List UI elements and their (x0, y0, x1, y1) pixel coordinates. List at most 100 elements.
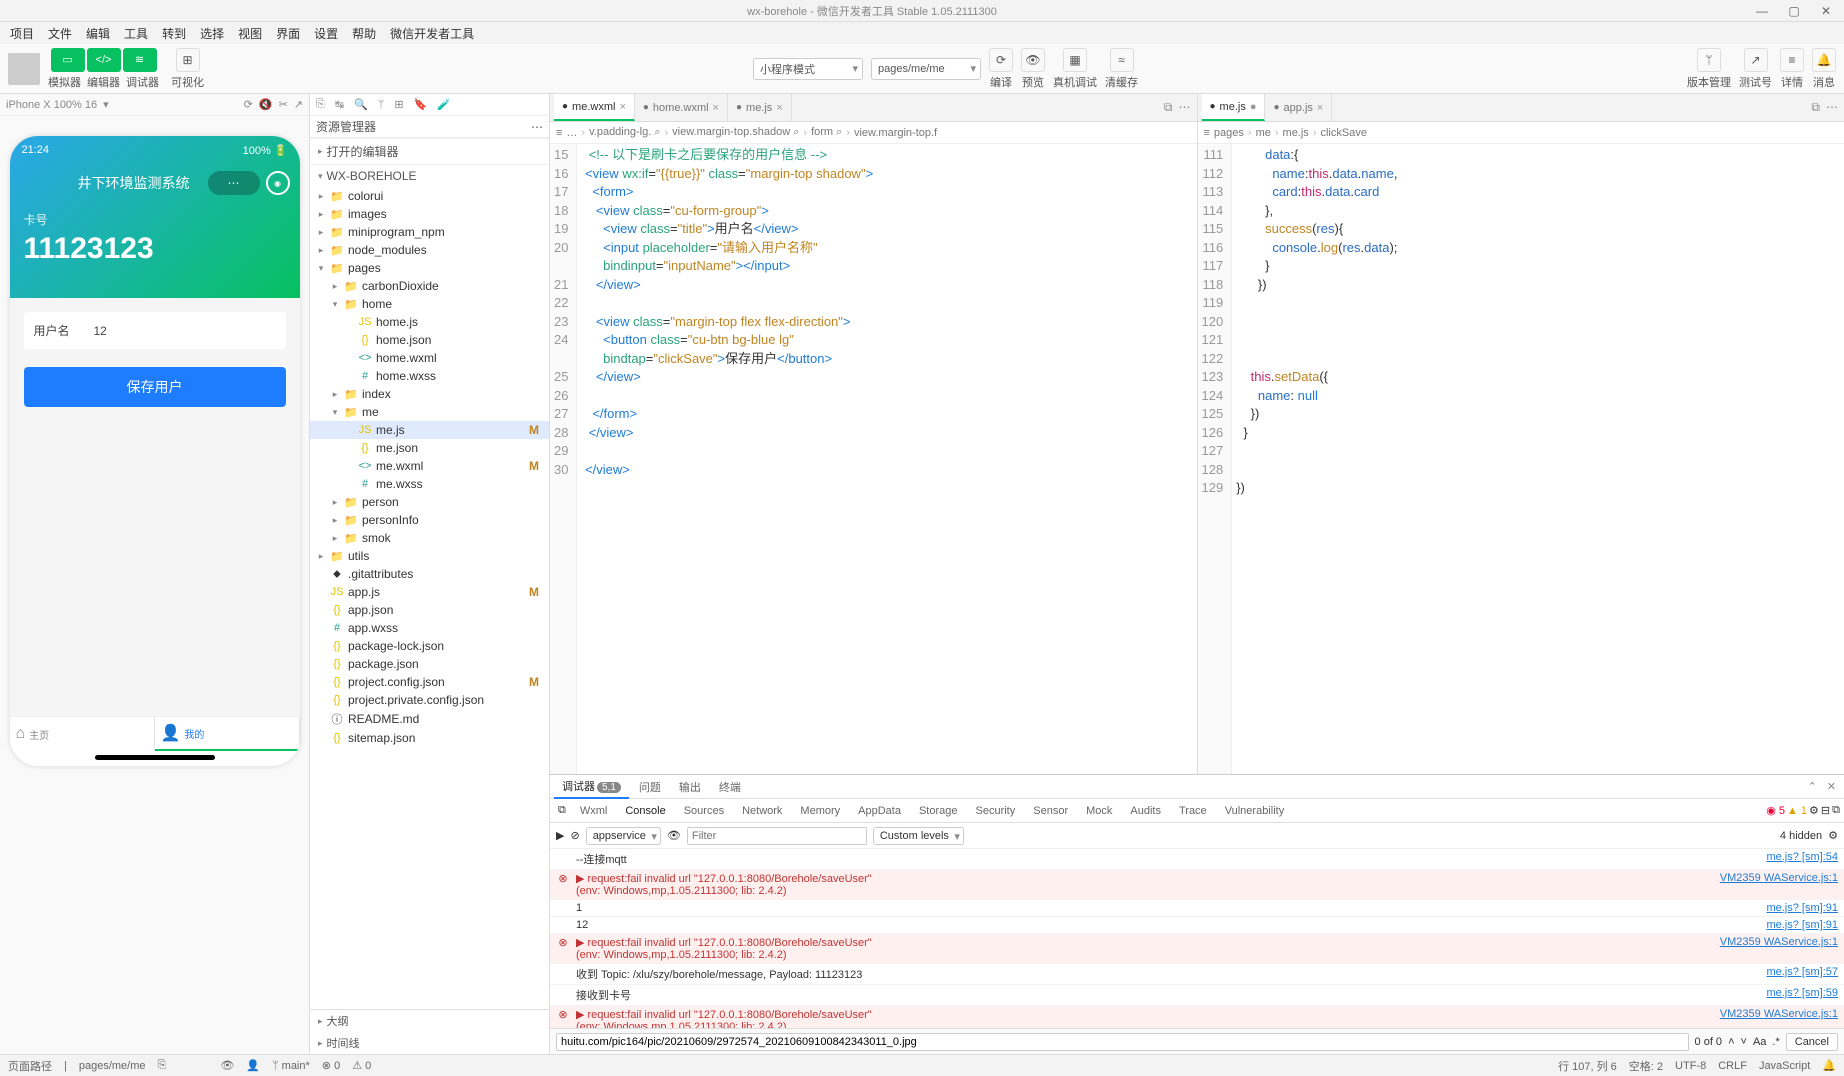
log-line[interactable]: ⊗▶ request:fail invalid url "127.0.0.1:8… (550, 934, 1844, 964)
tree-item-me.js[interactable]: JSme.jsM (310, 421, 549, 439)
open-editors-header[interactable]: 打开的编辑器 (327, 143, 399, 160)
menu-视图[interactable]: 视图 (232, 23, 268, 44)
devtools-sub-Memory[interactable]: Memory (792, 802, 848, 820)
devtools-sub-AppData[interactable]: AppData (850, 802, 909, 820)
tab-app.js[interactable]: ●app.js× (1265, 94, 1332, 121)
console-play-icon[interactable]: ▶ (556, 829, 564, 842)
tree-item-me[interactable]: ▾📁me (310, 403, 549, 421)
tab-more-icon[interactable]: ⋯ (1826, 100, 1838, 115)
project-header[interactable]: WX-BOREHOLE (327, 169, 417, 183)
devtools-sub-Console[interactable]: Console (617, 802, 673, 820)
tree-item-home.wxml[interactable]: <>home.wxml (310, 349, 549, 367)
console-clear-icon[interactable]: ⊘ (570, 829, 579, 842)
capsule-close[interactable]: ◉ (266, 171, 290, 195)
message-button[interactable]: 🔔 (1812, 48, 1836, 72)
devtools-sub-Trace[interactable]: Trace (1171, 802, 1215, 820)
tree-item-package.json[interactable]: {}package.json (310, 655, 549, 673)
devtools-tab-输出[interactable]: 输出 (671, 776, 709, 798)
tree-item-README.md[interactable]: ⓘREADME.md (310, 709, 549, 729)
devtools-tab-调试器[interactable]: 调试器5,1 (554, 775, 629, 799)
test-icon[interactable]: 🧪 (437, 98, 451, 111)
avatar[interactable] (8, 53, 40, 85)
devtools-sub-Vulnerability[interactable]: Vulnerability (1217, 802, 1293, 820)
devtools-close-icon[interactable]: ✕ (1823, 780, 1840, 793)
simulator-button[interactable]: ▭ (51, 48, 85, 72)
mode-select[interactable]: 小程序模式 (753, 58, 863, 80)
find-cancel-button[interactable]: Cancel (1786, 1033, 1838, 1051)
log-line[interactable]: 12me.js? [sm]:91 (550, 917, 1844, 934)
tree-item-app.wxss[interactable]: #app.wxss (310, 619, 549, 637)
tree-item-project.config.json[interactable]: {}project.config.jsonM (310, 673, 549, 691)
breadcrumb-left[interactable]: ≡ … › v.padding-lg. ⌕ › view.margin-top.… (550, 122, 1197, 144)
open-file-icon[interactable]: ⎘ (316, 98, 325, 111)
devtools-sub-Network[interactable]: Network (734, 802, 790, 820)
status-person-icon[interactable]: 👤 (246, 1059, 260, 1072)
tree-item-colorui[interactable]: ▸📁colorui (310, 187, 549, 205)
tree-item-miniprogram_npm[interactable]: ▸📁miniprogram_npm (310, 223, 549, 241)
tab-more-icon[interactable]: ⋯ (1179, 100, 1191, 115)
tree-item-project.private.config.json[interactable]: {}project.private.config.json (310, 691, 549, 709)
bookmark-icon[interactable]: 🔖 (414, 98, 428, 111)
log-line[interactable]: --连接mqttme.js? [sm]:54 (550, 849, 1844, 870)
tree-item-utils[interactable]: ▸📁utils (310, 547, 549, 565)
devtools-sub-Sources[interactable]: Sources (676, 802, 732, 820)
log-line[interactable]: ⊗▶ request:fail invalid url "127.0.0.1:8… (550, 870, 1844, 900)
page-select[interactable]: pages/me/me (871, 58, 981, 80)
tree-item-sitemap.json[interactable]: {}sitemap.json (310, 729, 549, 747)
menu-选择[interactable]: 选择 (194, 23, 230, 44)
tree-item-smok[interactable]: ▸📁smok (310, 529, 549, 547)
inspect-icon[interactable]: ⧉ (554, 804, 570, 817)
tree-item-carbonDioxide[interactable]: ▸📁carbonDioxide (310, 277, 549, 295)
menu-文件[interactable]: 文件 (42, 23, 78, 44)
devtools-sub-Wxml[interactable]: Wxml (572, 802, 616, 820)
tree-item-person[interactable]: ▸📁person (310, 493, 549, 511)
devtools-tab-终端[interactable]: 终端 (711, 776, 749, 798)
log-line[interactable]: 1me.js? [sm]:91 (550, 900, 1844, 917)
status-cursor[interactable]: 行 107, 列 6 (1558, 1058, 1617, 1074)
code-left[interactable]: 15161718192021222324252627282930 <!-- 以下… (550, 144, 1197, 774)
console-gear-icon[interactable]: ⚙ (1828, 829, 1838, 842)
preview-button[interactable]: 👁 (1021, 48, 1045, 72)
clear-cache-button[interactable]: ≈ (1110, 48, 1134, 72)
tree-item-personInfo[interactable]: ▸📁personInfo (310, 511, 549, 529)
remote-debug-button[interactable]: ▦ (1063, 48, 1087, 72)
minimize-icon[interactable]: — (1752, 4, 1772, 18)
menu-设置[interactable]: 设置 (308, 23, 344, 44)
devtools-settings-icon[interactable]: ⚙ (1809, 804, 1819, 817)
console-filter-input[interactable] (687, 827, 867, 845)
tab-me.wxml[interactable]: ●me.wxml× (554, 94, 635, 121)
menu-工具[interactable]: 工具 (118, 23, 154, 44)
console-warn-count[interactable]: ▲ 1 (1787, 805, 1807, 817)
tree-item-me.wxss[interactable]: #me.wxss (310, 475, 549, 493)
tree-item-me.json[interactable]: {}me.json (310, 439, 549, 457)
devtools-sub-Mock[interactable]: Mock (1078, 802, 1120, 820)
console-log[interactable]: --连接mqttme.js? [sm]:54⊗▶ request:fail in… (550, 849, 1844, 1028)
menu-微信开发者工具[interactable]: 微信开发者工具 (384, 23, 480, 44)
expand-icon[interactable]: ↗ (294, 98, 303, 111)
breadcrumb-right[interactable]: ≡ pages › me › me.js › clickSave (1198, 122, 1844, 144)
console-eye-icon[interactable]: 👁 (667, 829, 681, 842)
devtools-sub-Audits[interactable]: Audits (1122, 802, 1169, 820)
status-eye-icon[interactable]: 👁 (220, 1059, 234, 1072)
device-label[interactable]: iPhone X 100% 16 (6, 99, 97, 111)
tab-split-icon[interactable]: ⧉ (1811, 100, 1820, 115)
console-levels-select[interactable]: Custom levels (873, 827, 964, 845)
devtools-dock-icon[interactable]: ⊟ (1821, 804, 1830, 817)
capsule-menu[interactable]: ⋯ (208, 171, 260, 195)
tree-item-app.js[interactable]: JSapp.jsM (310, 583, 549, 601)
find-next-icon[interactable]: ˅ (1741, 1036, 1747, 1048)
status-pages[interactable]: pages/me/me (79, 1060, 146, 1072)
devtools-sub-Storage[interactable]: Storage (911, 802, 966, 820)
tree-item-me.wxml[interactable]: <>me.wxmlM (310, 457, 549, 475)
tree-item-app.json[interactable]: {}app.json (310, 601, 549, 619)
detail-button[interactable]: ≡ (1780, 48, 1804, 72)
status-warn[interactable]: 0 (365, 1060, 371, 1072)
status-spaces[interactable]: 空格: 2 (1629, 1058, 1663, 1074)
status-eol[interactable]: CRLF (1718, 1060, 1747, 1072)
status-encoding[interactable]: UTF-8 (1675, 1060, 1706, 1072)
menu-帮助[interactable]: 帮助 (346, 23, 382, 44)
tree-item-home.json[interactable]: {}home.json (310, 331, 549, 349)
code-right[interactable]: 1111121131141151161171181191201211221231… (1198, 144, 1844, 774)
outline-header[interactable]: ▸大纲 (310, 1010, 549, 1032)
search-icon[interactable]: 🔍 (354, 98, 368, 111)
